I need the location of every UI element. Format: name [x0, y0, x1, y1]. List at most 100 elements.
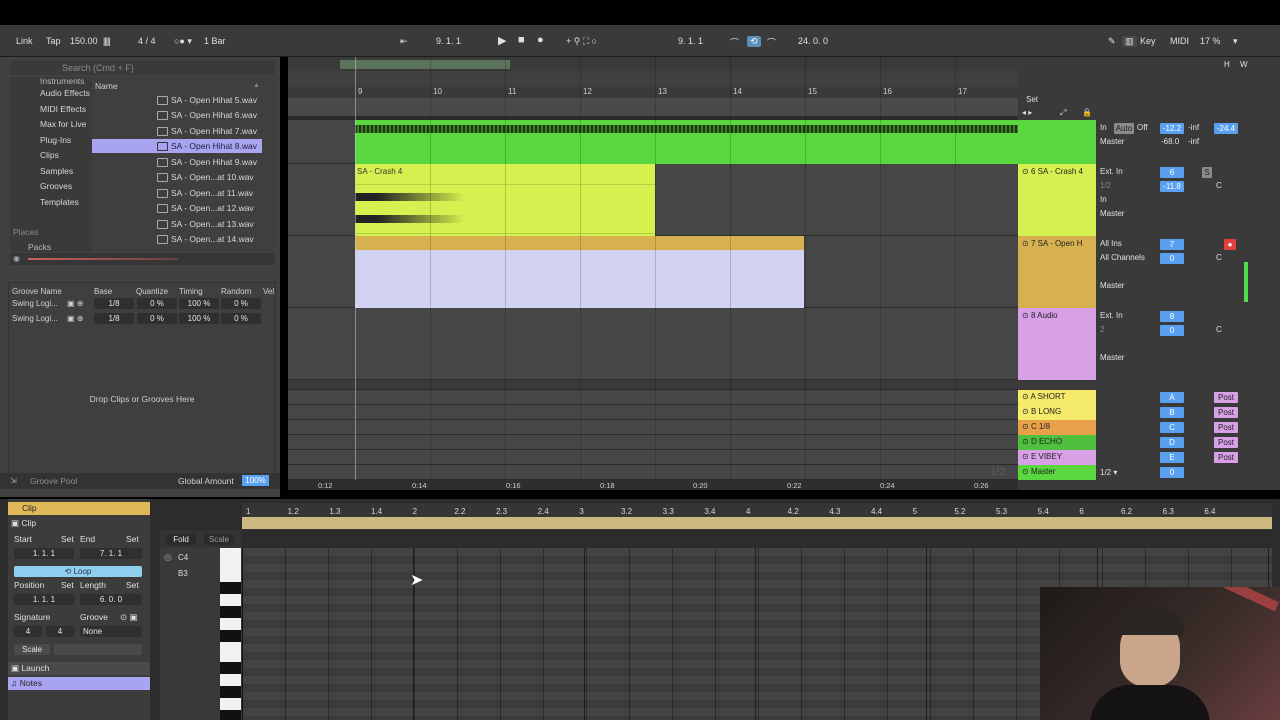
fold-button[interactable]: Fold: [166, 534, 196, 545]
headphone-icon[interactable]: ◉: [13, 254, 20, 263]
return-activator[interactable]: B: [1160, 407, 1184, 418]
return-track-b[interactable]: ⊙ B LONG: [1018, 405, 1096, 420]
input-channel[interactable]: 2: [1100, 325, 1104, 334]
loop-switch-icon[interactable]: ⟲: [747, 36, 761, 47]
signature-numerator[interactable]: 4: [14, 626, 42, 637]
input-channel[interactable]: All Channels: [1100, 253, 1145, 262]
sort-icon[interactable]: ▲: [253, 82, 260, 89]
overview-region[interactable]: [340, 60, 510, 69]
file-item[interactable]: SA - Open Hihat 7.wav: [155, 124, 263, 138]
volume-field[interactable]: 0: [1160, 325, 1184, 336]
groove-name[interactable]: Swing Logi...: [12, 314, 58, 323]
h-button[interactable]: H: [1224, 60, 1230, 69]
track-header-open-hihat[interactable]: ⊙ 7 SA - Open H: [1018, 236, 1096, 308]
input-type[interactable]: Ext. In: [1100, 311, 1123, 320]
groove-save-icon[interactable]: ▣ ⊕: [67, 314, 83, 323]
return-track-c[interactable]: ⊙ C 1/8: [1018, 420, 1096, 435]
return-activator[interactable]: C: [1160, 422, 1184, 433]
groove-save-icon[interactable]: ▣ ⊕: [67, 299, 83, 308]
loop-length-field[interactable]: 24. 0. 0: [798, 36, 828, 46]
play-button[interactable]: ▶: [498, 34, 506, 47]
output-routing[interactable]: Master: [1100, 281, 1124, 290]
time-ruler[interactable]: 0:12 0:14 0:16 0:18 0:20 0:22 0:24 0:26: [288, 480, 1018, 490]
track-header-green[interactable]: [1018, 120, 1096, 164]
file-item[interactable]: SA - Open Hihat 9.wav: [155, 155, 263, 169]
midi-map-button[interactable]: MIDI: [1170, 36, 1189, 46]
return-track-a[interactable]: ⊙ A SHORT: [1018, 390, 1096, 405]
return-track-e[interactable]: ⊙ E VIBEY: [1018, 450, 1096, 465]
input-channel[interactable]: 1/2: [1100, 181, 1111, 190]
global-amount-field[interactable]: 100%: [242, 475, 269, 486]
post-button[interactable]: Post: [1214, 452, 1238, 463]
end-set-button[interactable]: Set: [126, 534, 139, 544]
start-field[interactable]: 1. 1. 1: [14, 548, 74, 559]
track-fold-icon[interactable]: ⊙: [1022, 422, 1031, 431]
category-instruments[interactable]: Instruments: [40, 76, 84, 86]
end-field[interactable]: 7. 1. 1: [80, 548, 142, 559]
category-audio-effects[interactable]: Audio Effects: [40, 88, 90, 98]
overdub-icon[interactable]: + ⚲ ⛶ ○: [566, 36, 597, 47]
return-track-d[interactable]: ⊙ D ECHO: [1018, 435, 1096, 450]
volume-field[interactable]: -11.8: [1160, 181, 1184, 192]
launch-section-header[interactable]: ▣ Launch: [8, 662, 150, 675]
return-activator[interactable]: A: [1160, 392, 1184, 403]
punch-in-icon[interactable]: ⌒: [730, 36, 739, 49]
master-routing-field[interactable]: 1/2 ▾: [1100, 468, 1117, 477]
metronome-icon[interactable]: |||||: [103, 36, 111, 46]
arm-button[interactable]: ●: [1224, 239, 1236, 250]
pan-field[interactable]: C: [1216, 181, 1222, 190]
computer-keyboard-icon[interactable]: ▥: [1122, 36, 1137, 47]
category-samples[interactable]: Samples: [40, 166, 73, 176]
master-track[interactable]: ⊙ Master: [1018, 465, 1096, 480]
punch-out-icon[interactable]: ⌒: [767, 36, 776, 49]
category-clips[interactable]: Clips: [40, 150, 59, 160]
post-button[interactable]: Post: [1214, 437, 1238, 448]
category-templates[interactable]: Templates: [40, 197, 79, 207]
track-header-audio[interactable]: ⊙ 8 Audio: [1018, 308, 1096, 380]
tempo-field[interactable]: 150.00: [70, 36, 98, 46]
pan-field[interactable]: C: [1216, 325, 1222, 334]
volume-field[interactable]: -12.2: [1160, 123, 1184, 134]
track-activator[interactable]: 7: [1160, 239, 1184, 250]
category-packs[interactable]: Packs: [28, 242, 51, 251]
groove-base[interactable]: 1/8: [94, 298, 134, 309]
piano-keyboard[interactable]: [220, 548, 241, 720]
key-map-button[interactable]: Key: [1140, 36, 1156, 46]
solo-button[interactable]: S: [1202, 167, 1212, 178]
send-field[interactable]: -inf: [1188, 137, 1199, 146]
return-activator[interactable]: E: [1160, 452, 1184, 463]
browser-search-input[interactable]: Search (Cmd + F): [10, 61, 275, 75]
groove-name[interactable]: Swing Logi...: [12, 299, 58, 308]
output-routing[interactable]: Master: [1100, 353, 1124, 362]
loop-start-field[interactable]: 9. 1. 1: [678, 36, 703, 46]
input-type[interactable]: All Ins: [1100, 239, 1122, 248]
groove-quantize[interactable]: 0 %: [137, 298, 177, 309]
track-fold-icon[interactable]: ⊙: [1022, 311, 1031, 320]
signature-denominator[interactable]: 4: [46, 626, 74, 637]
volume-field[interactable]: 0: [1160, 253, 1184, 264]
track-fold-icon[interactable]: ⊙: [1022, 467, 1031, 476]
time-signature-field[interactable]: 4 / 4: [138, 36, 156, 46]
file-item[interactable]: SA - Open...at 10.wav: [155, 170, 263, 184]
track-name[interactable]: 8 Audio: [1031, 311, 1058, 320]
groove-quantize[interactable]: 0 %: [137, 313, 177, 324]
length-set-button[interactable]: Set: [126, 580, 139, 590]
send-field[interactable]: -68.0: [1161, 137, 1179, 146]
post-button[interactable]: Post: [1214, 407, 1238, 418]
preview-strip[interactable]: ◉: [10, 253, 275, 265]
stop-button[interactable]: ■: [518, 34, 525, 46]
name-column-header[interactable]: Name: [95, 81, 118, 91]
master-volume[interactable]: 0: [1160, 467, 1184, 478]
clip-green[interactable]: [355, 120, 1018, 164]
pan-field[interactable]: C: [1216, 253, 1222, 262]
tap-button[interactable]: Tap: [46, 36, 61, 46]
scale-button[interactable]: Scale: [204, 534, 234, 545]
position-field[interactable]: 1. 1. 1: [14, 594, 74, 605]
track-fold-icon[interactable]: ⊙: [1022, 452, 1031, 461]
track-name[interactable]: 7 SA - Open H: [1031, 239, 1083, 248]
scale-toggle[interactable]: Scale: [14, 644, 50, 655]
category-grooves[interactable]: Grooves: [40, 181, 72, 191]
loop-brace[interactable]: [242, 517, 1272, 529]
midi-editor-ruler[interactable]: 1 1.2 1.3 1.4 2 2.2 2.3 2.4 3 3.2 3.3 3.4 4 4.2 4.3 4.4…: [242, 503, 1272, 530]
record-button[interactable]: ●: [537, 34, 544, 46]
